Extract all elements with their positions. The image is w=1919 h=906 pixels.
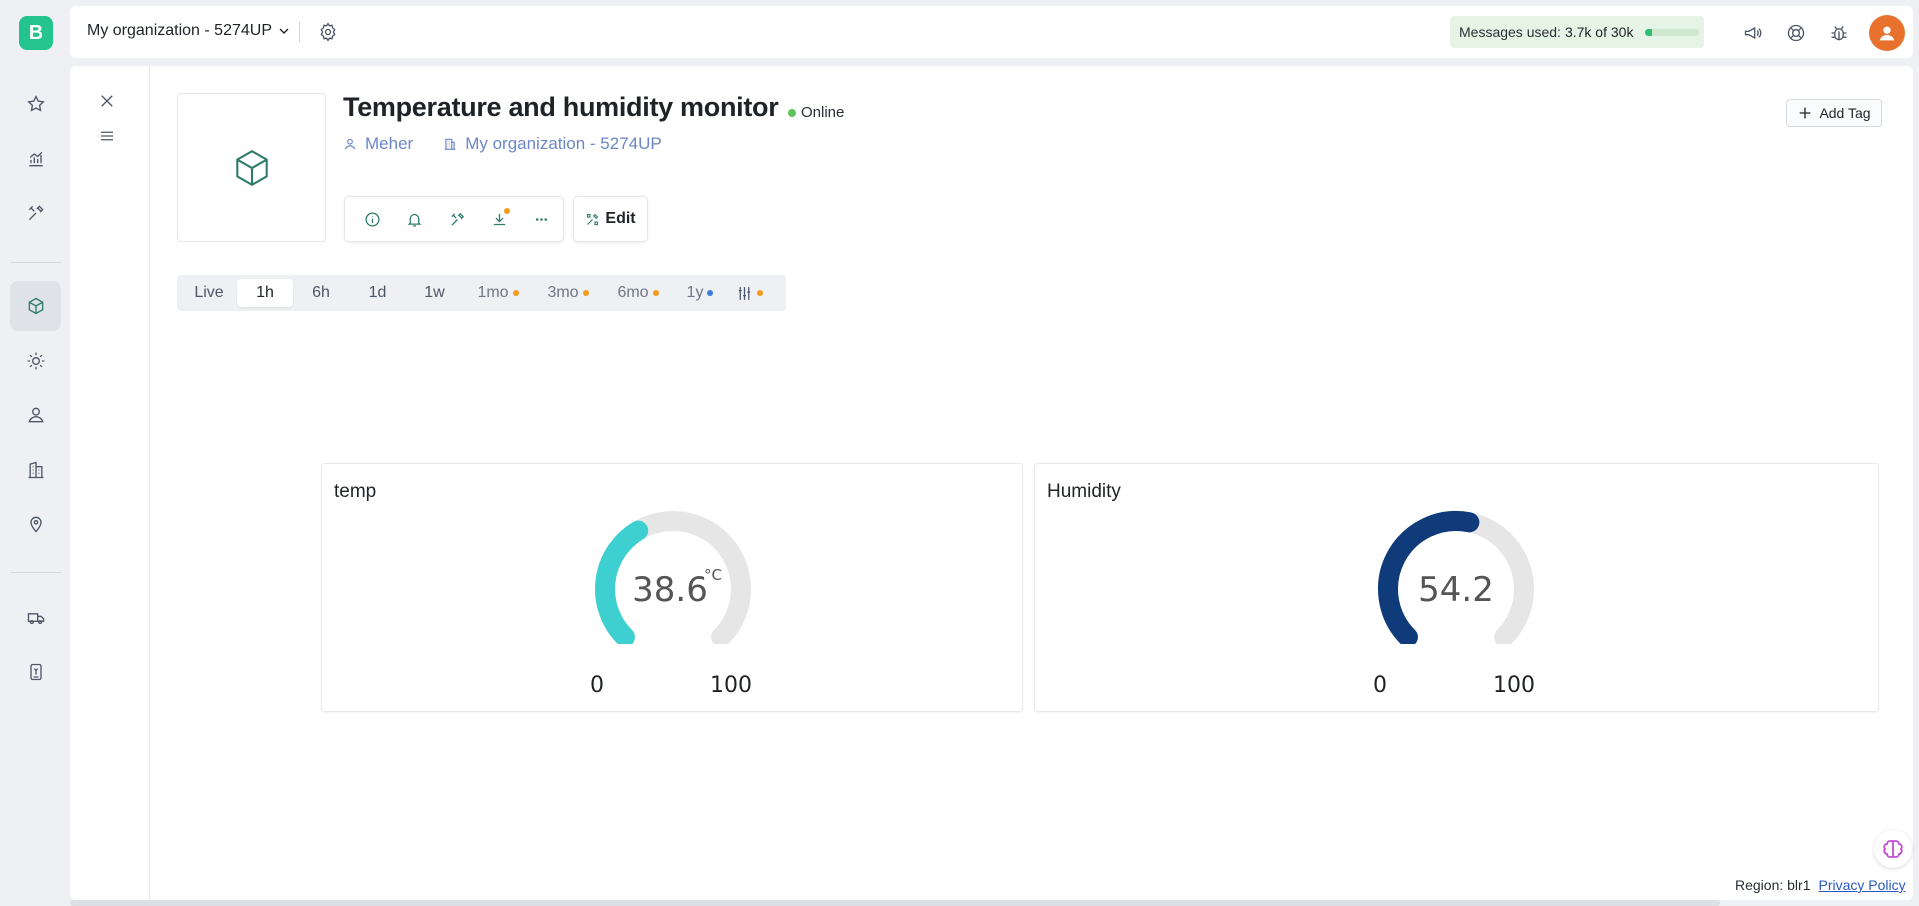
help-icon[interactable] (1785, 22, 1807, 44)
top-bar: My organization - 5274UP Messages used: … (70, 6, 1913, 58)
range-1d[interactable]: 1d (349, 279, 406, 307)
device-title: Temperature and humidity monitor (343, 92, 779, 122)
range-1w[interactable]: 1w (406, 279, 463, 307)
edit-dashboard-icon (587, 213, 599, 225)
premium-dot (582, 290, 589, 296)
add-tag-label: Add Tag (1819, 105, 1871, 121)
gauge-min-label: 0 (590, 673, 604, 698)
range-3mo[interactable]: 3mo (533, 279, 603, 307)
device-image[interactable] (177, 93, 326, 242)
temp-gauge-widget[interactable]: temp 38.6 °C 0 100 (321, 463, 1023, 712)
building-icon (444, 138, 456, 150)
device-list-strip (70, 66, 150, 900)
rail-divider (10, 262, 61, 263)
brain-icon (1883, 840, 1903, 858)
horizontal-scrollbar[interactable] (70, 900, 1720, 906)
humidity-gauge-widget[interactable]: Humidity 54.2 0 100 (1034, 463, 1879, 712)
plus-icon (1800, 107, 1811, 119)
download-icon[interactable] (478, 204, 520, 234)
premium-dot (652, 290, 659, 296)
footer: Region: blr1 Privacy Policy (1735, 877, 1906, 893)
device-page: Temperature and humidity monitor Online … (70, 66, 1913, 900)
update-badge (503, 208, 510, 214)
organization-selector[interactable]: My organization - 5274UP (87, 22, 290, 40)
status-label: Online (801, 104, 845, 121)
time-range-selector: Live 1h 6h 1d 1w 1mo 3mo 6mo 1y (177, 275, 786, 311)
messages-used-indicator[interactable]: Messages used: 3.7k of 30k (1450, 16, 1704, 48)
user-icon (344, 138, 356, 150)
range-6h[interactable]: 6h (293, 279, 349, 307)
gauge-value: 38.6 (632, 570, 708, 610)
organizations-icon[interactable] (10, 445, 61, 495)
humidity-gauge: 54.2 (1378, 511, 1534, 644)
messages-progress-bar (1645, 28, 1700, 36)
gauge-min-label: 0 (1373, 673, 1387, 698)
announcements-icon[interactable] (1742, 22, 1764, 44)
premium-dot (757, 290, 763, 296)
menu-icon[interactable] (96, 125, 118, 147)
premium-dot (707, 290, 714, 296)
left-nav-rail: B (0, 0, 70, 906)
ai-assistant-button[interactable] (1874, 830, 1912, 868)
device-lifecycle-icon[interactable] (10, 647, 61, 697)
sliders-icon (738, 286, 751, 300)
range-6mo[interactable]: 6mo (603, 279, 673, 307)
widget-title: temp (334, 481, 377, 502)
gear-icon[interactable] (316, 20, 340, 44)
messages-label: Messages used: (1459, 24, 1561, 40)
info-icon[interactable] (351, 204, 393, 234)
app-logo[interactable]: B (19, 16, 53, 50)
messages-progress-fill (1645, 28, 1652, 36)
developer-tools-icon[interactable] (10, 188, 61, 238)
premium-dot (512, 290, 519, 296)
device-cube-icon (235, 149, 268, 186)
chevron-down-icon (279, 28, 289, 34)
range-1h[interactable]: 1h (237, 279, 293, 307)
gauge-max-label: 100 (710, 673, 752, 698)
edit-dashboard-button[interactable]: Edit (573, 196, 648, 242)
range-1y[interactable]: 1y (673, 279, 727, 307)
widget-title: Humidity (1047, 481, 1121, 502)
messages-value: 3.7k of 30k (1564, 24, 1634, 40)
range-1mo[interactable]: 1mo (463, 279, 533, 307)
region-label: Region: blr1 (1735, 877, 1811, 893)
users-icon[interactable] (10, 390, 61, 440)
organization-name: My organization - 5274UP (87, 22, 272, 39)
device-owner-link[interactable]: Meher (365, 134, 413, 154)
device-actions-toolbar (344, 196, 564, 242)
device-status: Online (788, 104, 844, 121)
gauge-max-label: 100 (1493, 673, 1535, 698)
custom-range-button[interactable] (727, 279, 772, 307)
analytics-icon[interactable] (10, 134, 61, 184)
bug-report-icon[interactable] (1828, 22, 1850, 44)
edit-label: Edit (605, 210, 636, 227)
user-avatar[interactable] (1869, 15, 1905, 51)
rail-divider (10, 572, 61, 573)
notifications-bell-icon[interactable] (393, 204, 435, 234)
devices-icon[interactable] (10, 281, 61, 331)
temp-gauge: 38.6 °C (595, 511, 751, 644)
gauge-value: 54.2 (1418, 570, 1494, 610)
more-options-icon[interactable] (521, 204, 563, 234)
locations-icon[interactable] (10, 499, 61, 549)
fleet-icon[interactable] (10, 593, 61, 643)
gauge-unit: °C (704, 566, 722, 584)
device-organization-link[interactable]: My organization - 5274UP (465, 134, 662, 154)
topbar-divider (299, 22, 300, 42)
device-meta: Meher My organization - 5274UP (343, 134, 662, 154)
range-live[interactable]: Live (181, 279, 237, 307)
favorites-icon[interactable] (10, 79, 61, 129)
add-tag-button[interactable]: Add Tag (1786, 99, 1882, 127)
automations-icon[interactable] (10, 336, 61, 386)
close-icon[interactable] (96, 90, 118, 112)
online-status-dot (788, 108, 796, 117)
privacy-policy-link[interactable]: Privacy Policy (1819, 877, 1906, 893)
developer-tools-icon[interactable] (436, 204, 478, 234)
